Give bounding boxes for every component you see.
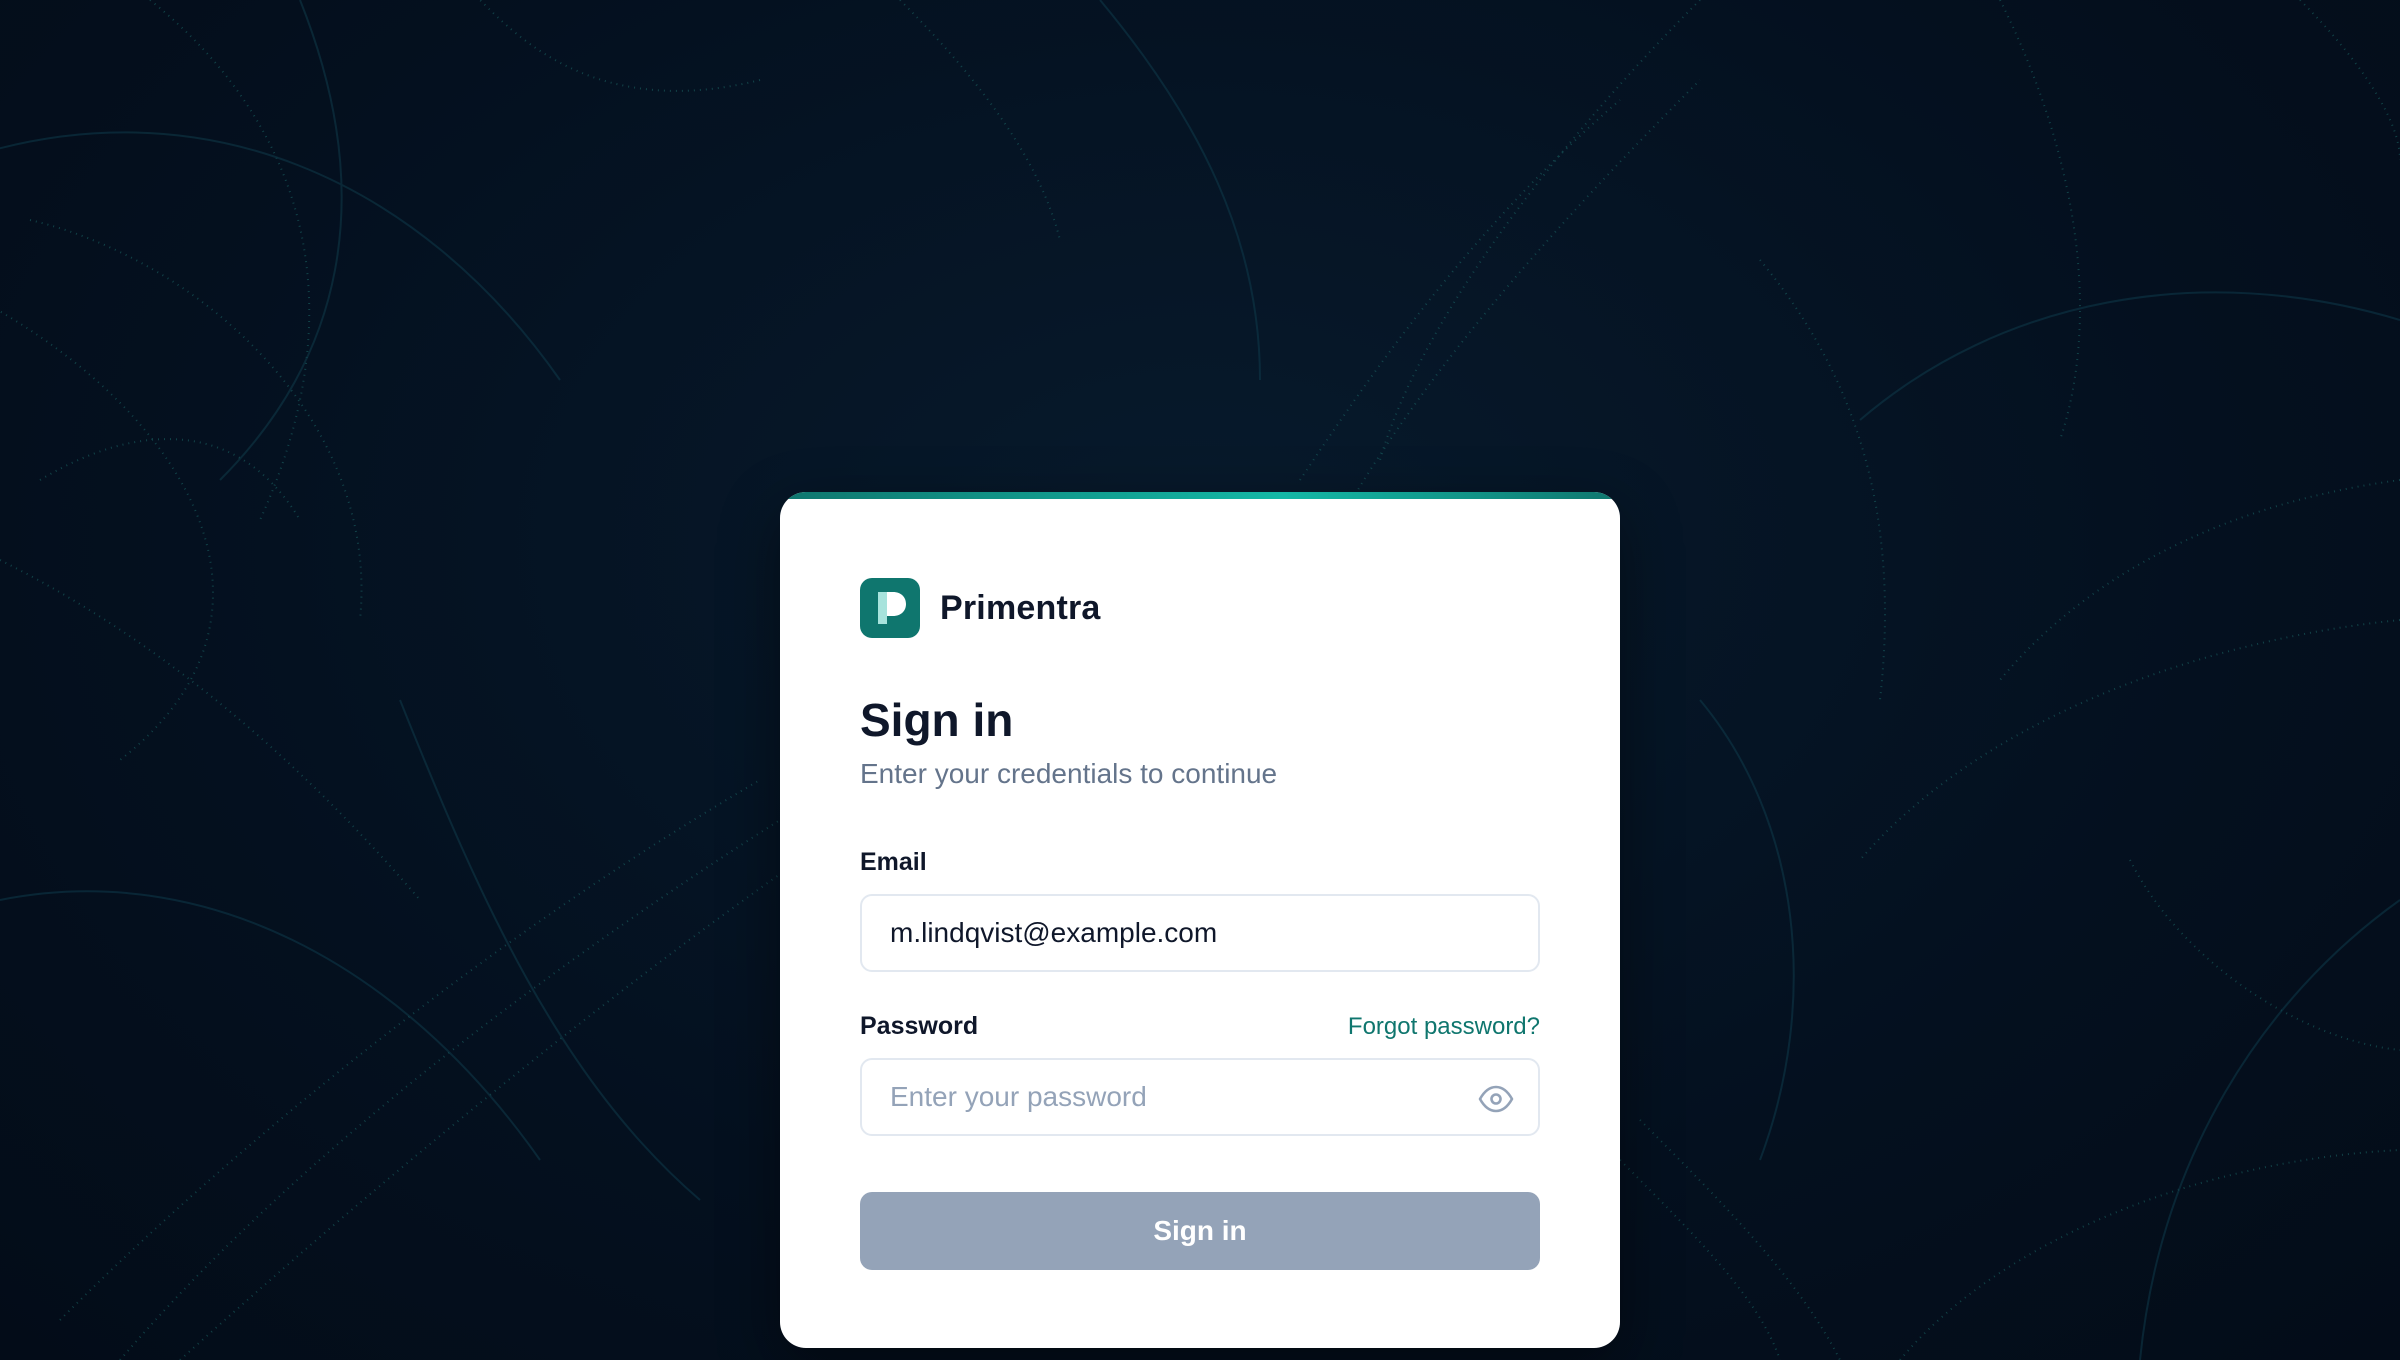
card-content: Primentra Sign in Enter your credentials…: [860, 578, 1540, 1270]
eye-icon[interactable]: [1476, 1079, 1516, 1119]
password-input[interactable]: [862, 1060, 1538, 1134]
sign-in-card: Primentra Sign in Enter your credentials…: [780, 492, 1620, 1348]
primentra-logo-icon: [860, 578, 920, 638]
password-field-container: [860, 1058, 1540, 1136]
sign-in-button[interactable]: Sign in: [860, 1192, 1540, 1270]
email-input[interactable]: [862, 896, 1538, 970]
forgot-password-link[interactable]: Forgot password?: [1348, 1013, 1540, 1041]
email-label-row: Email: [860, 846, 1540, 878]
email-field-container: [860, 894, 1540, 972]
brand-name: Primentra: [940, 588, 1101, 627]
password-label-row: Password Forgot password?: [860, 1010, 1540, 1042]
email-label: Email: [860, 848, 927, 876]
brand-header: Primentra: [860, 578, 1540, 638]
page-subtitle: Enter your credentials to continue: [860, 758, 1278, 789]
page-title: Sign in: [860, 694, 1014, 746]
card-accent-bar: [780, 492, 1620, 499]
password-label: Password: [860, 1012, 979, 1040]
